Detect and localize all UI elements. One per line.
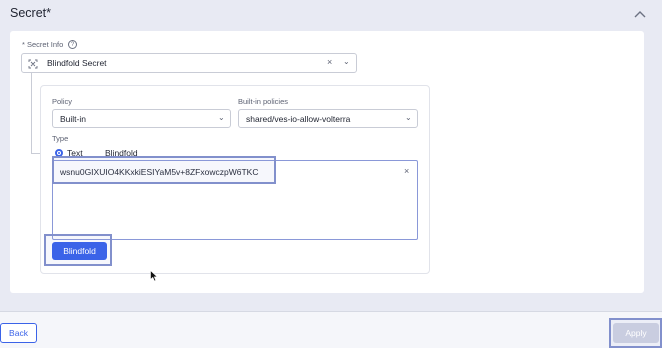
back-button[interactable]: Back [0,323,37,343]
secret-info-label: * Secret Info [22,40,64,49]
policy-label: Policy [52,97,73,106]
chevron-up-icon[interactable] [634,9,646,19]
type-label: Type [52,134,69,143]
clear-icon[interactable]: × [404,166,409,176]
policy-select[interactable]: Built-in ⌄ [52,109,231,128]
builtin-policies-label: Built-in policies [238,97,289,106]
chevron-down-icon: ⌄ [218,113,225,122]
clear-icon[interactable]: × [327,57,332,67]
secret-info-value: Blindfold Secret [47,58,107,68]
builtin-policies-value: shared/ves-io-allow-volterra [246,114,351,124]
section-title: Secret* [10,6,51,20]
blindfold-button[interactable]: Blindfold [52,242,107,260]
secret-type-icon [28,59,38,69]
footer-bar [0,312,662,348]
chevron-down-icon[interactable]: ⌄ [343,57,350,66]
info-icon: ? [68,40,77,49]
tree-connector [31,73,32,153]
chevron-down-icon: ⌄ [405,113,412,122]
policy-value: Built-in [60,114,86,124]
secret-info-select[interactable]: Blindfold Secret × ⌄ [21,53,357,73]
builtin-policies-select[interactable]: shared/ves-io-allow-volterra ⌄ [238,109,418,128]
apply-button[interactable]: Apply [613,323,659,343]
input-highlight [52,156,276,184]
mouse-cursor-icon [150,270,158,282]
